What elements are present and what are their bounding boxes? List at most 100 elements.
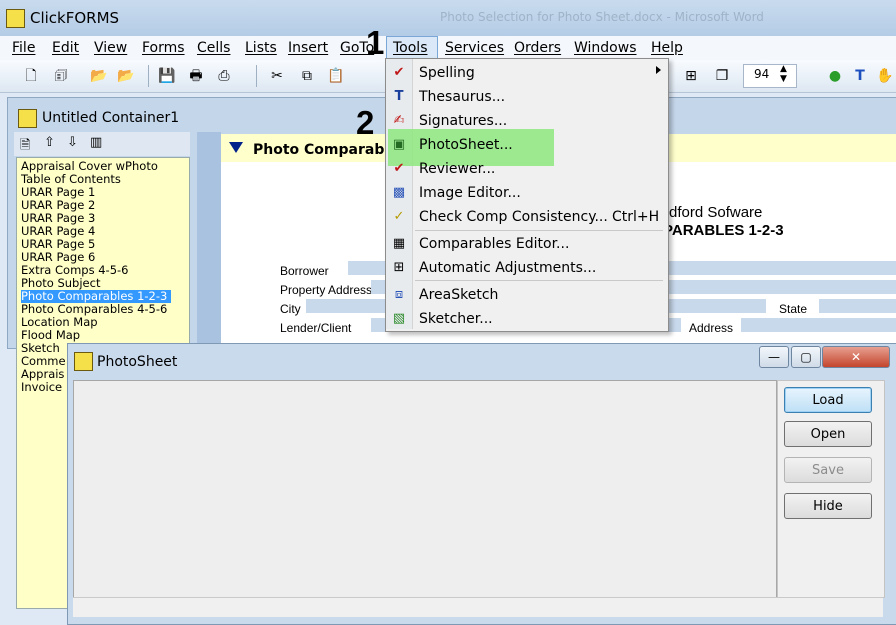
container-icon [18,109,37,128]
menu-lists[interactable]: Lists [245,40,277,56]
menu-item-check-comp[interactable]: ✓ Check Comp Consistency... Ctrl+H [386,205,666,228]
copy-icon[interactable]: ⧉ [298,67,316,85]
adjustments-icon: ⊞ [393,260,405,275]
menu-item-automatic-adjustments[interactable]: ⊞ Automatic Adjustments... [386,256,666,279]
new-doc-icon[interactable]: 🗋 [22,67,40,85]
reviewer-icon: ✔ [393,161,405,176]
photosheet-status-bar [73,597,883,617]
toolbar-separator [256,65,257,87]
properties-icon[interactable]: 🗎 [20,136,30,158]
hide-button[interactable]: Hide [784,493,872,519]
zoom-field[interactable] [743,64,797,88]
photosheet-window-icon [74,352,93,371]
menu-item-label: Sketcher... [419,311,493,327]
photo-canvas[interactable] [73,380,777,598]
menu-item-thesaurus[interactable]: T Thesaurus... [386,85,666,108]
menu-item-label: PhotoSheet... [419,137,513,153]
photosheet-icon: ▣ [392,137,406,152]
state-field[interactable] [819,299,896,313]
menu-item-label: Signatures... [419,113,508,129]
toolbar-separator [148,65,149,87]
state-label: State [779,302,808,316]
menu-insert[interactable]: Insert [288,40,328,56]
print-icon[interactable]: 🖶 [187,67,205,85]
menu-tools-label: Tools [393,40,428,56]
menu-separator [415,280,663,281]
save-icon[interactable]: 💾 [158,67,176,85]
form-header-title: Photo Comparable [253,142,399,158]
form-left-margin [197,132,221,347]
zoom-value: 94 [754,67,770,81]
paste-icon[interactable]: 📋 [327,67,345,85]
open-recent-icon[interactable]: 📂 [117,67,135,85]
menu-item-comparables-editor[interactable]: ▦ Comparables Editor... [386,232,666,255]
menu-item-label: Comparables Editor... [419,236,570,252]
hand-tool-icon[interactable]: ✋ [876,67,894,85]
menu-help[interactable]: Help [651,40,683,56]
close-button[interactable]: ✕ [822,346,890,368]
step-1-label: 1 [366,24,385,61]
app-title: ClickFORMS [30,9,120,27]
menu-item-spelling[interactable]: ✔ Spelling [386,61,666,84]
menu-item-signatures[interactable]: ✍ Signatures... [386,109,666,132]
pages-icon[interactable]: ❐ [713,67,731,85]
menu-orders[interactable]: Orders [514,40,561,56]
open-button[interactable]: Open [784,421,872,447]
city-label: City [280,302,301,316]
submenu-arrow-icon [656,66,661,74]
comparables-icon: ▦ [392,236,406,251]
menu-services[interactable]: Services [445,40,504,56]
menu-item-image-editor[interactable]: ▩ Image Editor... [386,181,666,204]
photosheet-title: PhotoSheet [97,354,178,370]
menu-edit[interactable]: Edit [52,40,79,56]
form-heading: PARABLES 1-2-3 [663,222,784,239]
move-down-icon[interactable]: ⇩ [67,135,78,150]
app-icon [6,9,25,28]
open-folder-icon[interactable]: 📂 [90,67,108,85]
check-icon: ✓ [393,209,405,224]
thesaurus-icon: T [394,89,404,104]
background-window-title: Photo Selection for Photo Sheet.docx - M… [440,10,764,24]
menu-item-label: Reviewer... [419,161,496,177]
menu-item-label: Check Comp Consistency... [419,209,608,225]
move-up-icon[interactable]: ⇧ [44,135,55,150]
spelling-icon: ✔ [393,65,405,80]
tree-item[interactable]: Invoice [21,381,62,394]
menu-view[interactable]: View [94,40,127,56]
menu-file[interactable]: File [12,40,35,56]
collapse-triangle-icon[interactable] [229,142,243,153]
zoom-spinner-icon[interactable]: ▲ ▼ [780,64,787,84]
menu-windows[interactable]: Windows [574,40,637,56]
grid-icon[interactable]: ⊞ [682,67,700,85]
borrower-label: Borrower [280,264,329,278]
load-button[interactable]: Load [784,387,872,413]
text-tool-icon[interactable]: T [851,67,869,85]
areasketch-icon: ⧈ [394,287,404,302]
menu-item-reviewer[interactable]: ✔ Reviewer... [386,157,666,180]
green-dot-icon[interactable]: ● [826,67,844,85]
step-2-label: 2 [356,104,375,141]
menu-cells[interactable]: Cells [197,40,230,56]
address-field[interactable] [741,318,896,332]
save-button[interactable]: Save [784,457,872,483]
menu-item-sketcher[interactable]: ▧ Sketcher... [386,307,666,330]
cut-icon[interactable]: ✂ [268,67,286,85]
maximize-button[interactable]: ▢ [791,346,821,368]
container-title: Untitled Container1 [42,110,180,126]
menu-tools[interactable]: Tools [386,36,438,60]
image-editor-icon: ▩ [392,185,406,200]
sketcher-icon: ▧ [392,311,406,326]
minimize-button[interactable]: — [759,346,789,368]
new-template-icon[interactable]: 🗊 [52,67,70,85]
pdf-icon[interactable]: ⎙ [215,67,233,85]
menu-item-label: Automatic Adjustments... [419,260,597,276]
delete-form-icon[interactable]: ▥ [90,135,102,150]
menu-item-photosheet[interactable]: ▣ PhotoSheet... [386,133,666,156]
menu-item-label: AreaSketch [419,287,499,303]
address-label: Address [689,321,734,335]
menu-item-areasketch[interactable]: ⧈ AreaSketch [386,283,666,306]
tree-toolbar: 🗎 ⇧ ⇩ ▥ [14,132,190,156]
form-company: dford Sofware [669,204,763,221]
menu-forms[interactable]: Forms [142,40,185,56]
menu-item-label: Thesaurus... [419,89,506,105]
